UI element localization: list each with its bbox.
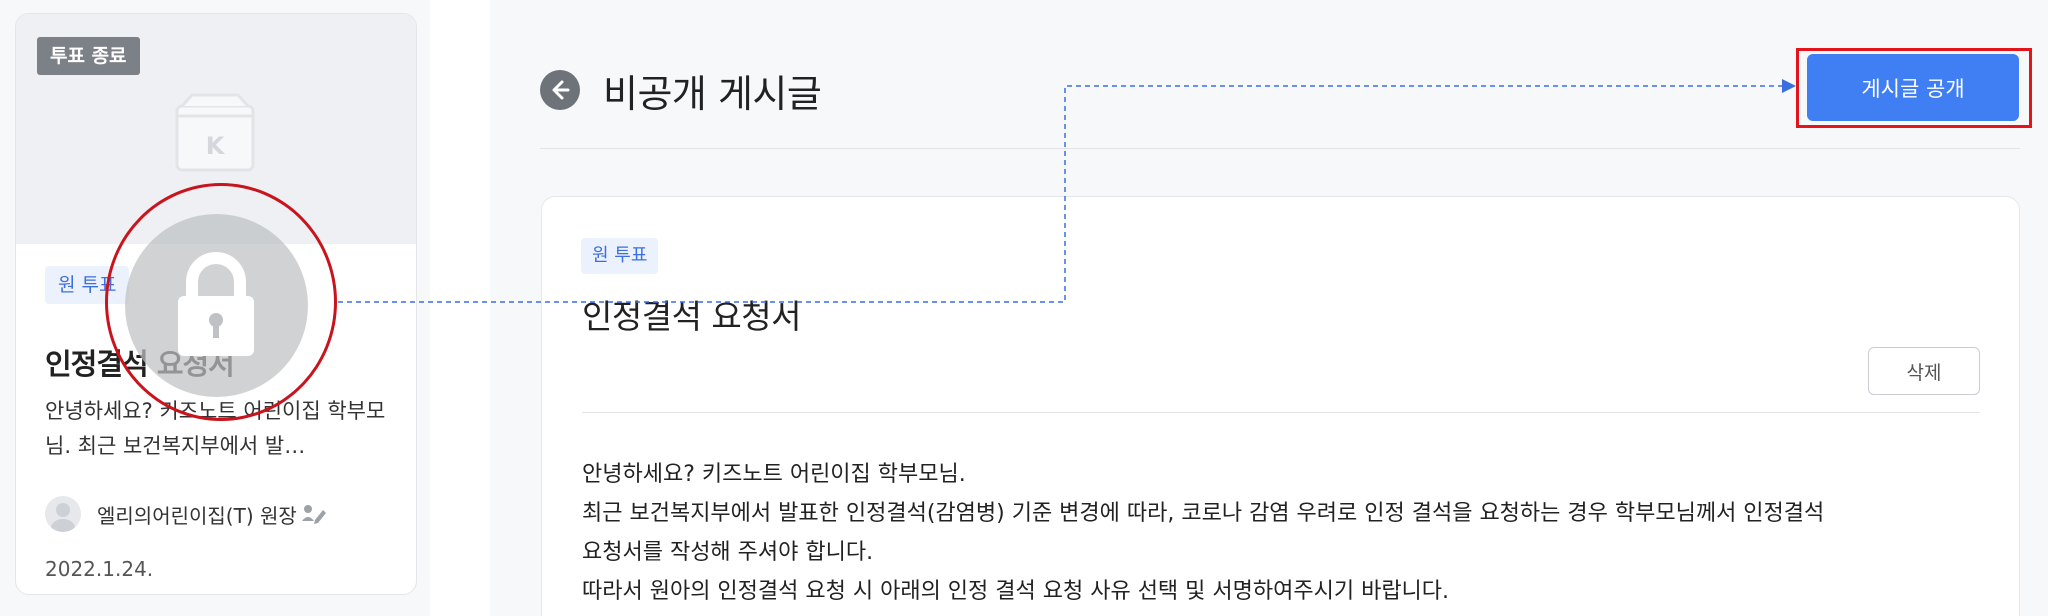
- annotation-connector-arrow: [338, 79, 1796, 303]
